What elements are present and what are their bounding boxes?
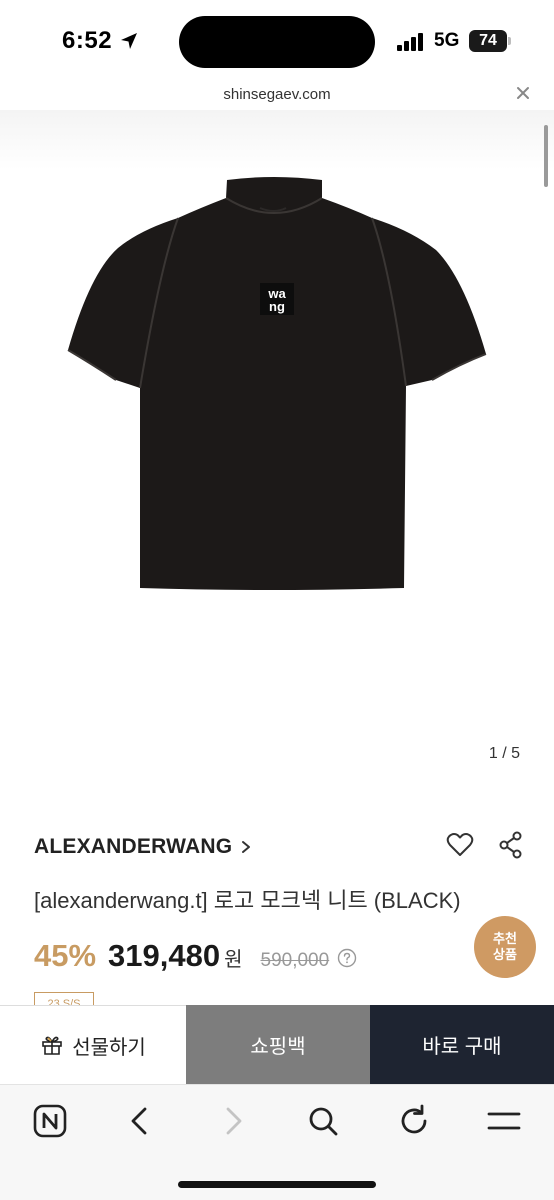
shopping-bag-button[interactable]: 쇼핑백 (186, 1005, 370, 1084)
sale-price: 319,480 (108, 938, 221, 973)
search-icon[interactable] (305, 1103, 341, 1139)
purchase-action-bar: 선물하기 쇼핑백 바로 구매 (0, 1005, 554, 1084)
gift-icon (42, 1036, 62, 1055)
gift-button[interactable]: 선물하기 (0, 1005, 186, 1084)
recommend-products-button[interactable]: 추천 상품 (474, 916, 536, 978)
recommend-line-2: 상품 (493, 947, 517, 962)
cart-label: 쇼핑백 (250, 1036, 306, 1058)
recommend-line-1: 추천 (493, 931, 517, 946)
product-title: [alexanderwang.t] 로고 모크넥 니트 (BLACK) (34, 888, 461, 913)
status-time: 6:52 (62, 27, 113, 54)
back-arrow-icon[interactable] (123, 1103, 159, 1139)
network-type: 5G (434, 30, 460, 51)
url-bar[interactable]: shinsegaev.com (0, 82, 554, 110)
status-bar: 6:52 5G 74 (0, 0, 554, 82)
buy-label: 바로 구매 (422, 1036, 502, 1058)
currency-unit: 원 (224, 949, 243, 971)
brand-link[interactable]: ALEXANDERWANG (34, 834, 252, 860)
product-image[interactable]: wa ng (60, 168, 492, 598)
discount-rate: 45% (34, 938, 97, 973)
question-circle-icon[interactable] (337, 948, 357, 968)
menu-icon[interactable] (486, 1103, 522, 1139)
original-price: 590,000 (260, 950, 330, 971)
chevron-right-icon (242, 841, 251, 853)
home-indicator[interactable] (178, 1181, 376, 1188)
share-icon[interactable] (498, 831, 524, 859)
location-arrow-icon (121, 33, 137, 49)
page-scrollbar[interactable] (544, 125, 548, 187)
battery-icon: 74 (469, 30, 507, 52)
logo-text-bottom: ng (269, 299, 285, 314)
dynamic-island (179, 16, 375, 68)
refresh-icon[interactable] (396, 1103, 432, 1139)
gift-label: 선물하기 (72, 1036, 146, 1059)
url-text[interactable]: shinsegaev.com (0, 86, 554, 103)
brand-name[interactable]: ALEXANDERWANG (34, 835, 232, 859)
forward-arrow-icon (226, 1107, 242, 1135)
buy-now-button[interactable]: 바로 구매 (370, 1005, 554, 1084)
battery-tip (508, 37, 511, 45)
price-row: 45% 319,480 원 590,000 (34, 938, 357, 978)
naver-home-icon[interactable] (32, 1103, 68, 1139)
cellular-signal-icon (397, 33, 423, 51)
heart-icon[interactable] (446, 832, 474, 858)
image-pager: 1 / 5 (488, 745, 520, 762)
close-icon[interactable] (514, 84, 532, 102)
